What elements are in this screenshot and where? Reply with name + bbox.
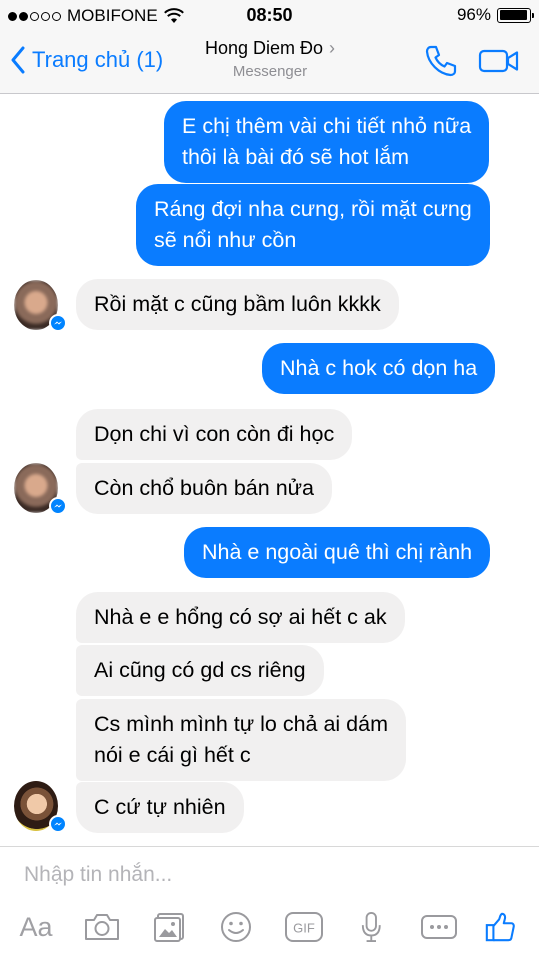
message-text-line: nói e cái gì hết c bbox=[94, 743, 251, 767]
emoji-icon[interactable] bbox=[218, 909, 254, 945]
message-bubble-outgoing[interactable]: E chị thêm vài chi tiết nhỏ nữa thôi là … bbox=[164, 101, 490, 183]
message-text-line: Nhà e ngoài quê thì chị rành bbox=[202, 540, 473, 564]
status-bar: MOBIFONE 08:50 96% bbox=[0, 0, 539, 32]
like-thumb-icon[interactable] bbox=[482, 909, 518, 945]
message-text-line: sẽ nổi như cồn bbox=[154, 228, 297, 252]
message-composer: Nhập tin nhắn... Aa GIF bbox=[0, 846, 539, 960]
contact-title[interactable]: Hong Diem Đo › Messenger bbox=[160, 38, 380, 80]
camera-icon[interactable] bbox=[82, 909, 122, 945]
message-text-line: Dọn chi vì con còn đi học bbox=[94, 422, 335, 446]
phone-call-icon[interactable] bbox=[424, 44, 458, 78]
message-bubble-incoming[interactable]: Cs mình mình tự lo chả ai dám nói e cái … bbox=[76, 699, 407, 781]
message-text-line: Ráng đợi nha cưng, rồi mặt cưng bbox=[154, 197, 472, 221]
back-button[interactable]: Trang chủ (1) bbox=[10, 46, 163, 74]
message-bubble-incoming[interactable]: Nhà e e hổng có sợ ai hết c ak bbox=[76, 592, 405, 643]
message-text-line: Nhà c hok có dọn ha bbox=[280, 356, 478, 380]
message-text-line: Còn chổ buôn bán nửa bbox=[94, 476, 315, 500]
message-bubble-outgoing[interactable]: Ráng đợi nha cưng, rồi mặt cưng sẽ nổi n… bbox=[136, 184, 490, 266]
message-input[interactable]: Nhập tin nhắn... bbox=[24, 863, 172, 887]
message-text-line: Nhà e e hổng có sợ ai hết c ak bbox=[94, 605, 387, 629]
video-call-icon[interactable] bbox=[478, 48, 520, 74]
battery-percent: 96% bbox=[456, 5, 491, 24]
microphone-icon[interactable] bbox=[356, 909, 386, 945]
message-bubble-incoming[interactable]: C cứ tự nhiên bbox=[76, 782, 244, 833]
photo-gallery-icon[interactable] bbox=[152, 909, 188, 945]
messenger-badge-icon bbox=[49, 314, 67, 332]
message-text-line: Rồi mặt c cũng bầm luôn kkkk bbox=[94, 292, 381, 316]
chevron-left-icon bbox=[11, 46, 25, 74]
gif-label: GIF bbox=[293, 921, 315, 936]
message-text-line: C cứ tự nhiên bbox=[94, 795, 226, 819]
message-text-line: thôi là bài đó sẽ hot lắm bbox=[182, 145, 410, 169]
back-label: Trang chủ (1) bbox=[32, 47, 164, 72]
chevron-right-icon: › bbox=[329, 38, 336, 58]
status-right: 96% bbox=[456, 5, 534, 25]
contact-subtitle: Messenger bbox=[232, 63, 308, 80]
message-text-line: Cs mình mình tự lo chả ai dám bbox=[94, 712, 389, 736]
battery-icon bbox=[497, 7, 534, 23]
text-format-icon[interactable]: Aa bbox=[16, 909, 56, 945]
message-bubble-outgoing[interactable]: Nhà e ngoài quê thì chị rành bbox=[184, 527, 491, 578]
message-text-line: E chị thêm vài chi tiết nhỏ nữa bbox=[182, 114, 472, 138]
messenger-badge-icon bbox=[49, 497, 67, 515]
message-bubble-incoming[interactable]: Ai cũng có gd cs riêng bbox=[76, 645, 324, 696]
messenger-badge-icon bbox=[49, 815, 67, 833]
gif-icon[interactable]: GIF bbox=[284, 909, 324, 945]
more-icon[interactable] bbox=[420, 909, 458, 945]
contact-name: Hong Diem Đo bbox=[204, 38, 324, 58]
message-bubble-outgoing[interactable]: Nhà c hok có dọn ha bbox=[262, 343, 496, 394]
message-bubble-incoming[interactable]: Rồi mặt c cũng bầm luôn kkkk bbox=[76, 279, 399, 330]
message-text-line: Ai cũng có gd cs riêng bbox=[94, 658, 306, 682]
message-bubble-incoming[interactable]: Dọn chi vì con còn đi học bbox=[76, 409, 353, 460]
message-bubble-incoming[interactable]: Còn chổ buôn bán nửa bbox=[76, 463, 333, 514]
conversation-header: Trang chủ (1) Hong Diem Đo › Messenger bbox=[0, 32, 539, 94]
